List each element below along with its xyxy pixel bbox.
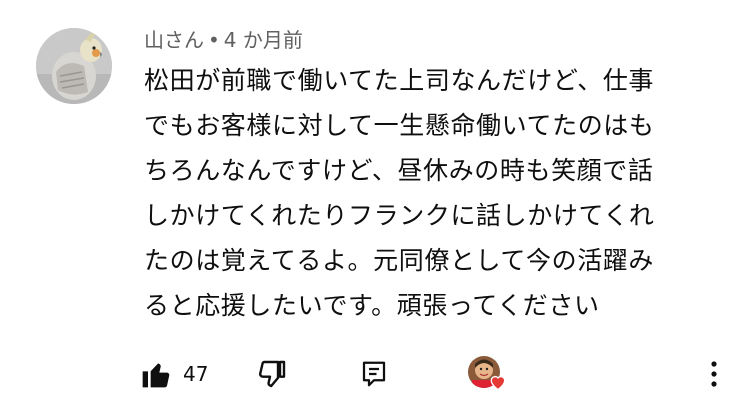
comment-line: でもお客様に対して一生懸命働いてたのはも: [144, 111, 655, 140]
reply-button[interactable]: [356, 356, 392, 392]
comment-line: しかけてくれたりフランクに話しかけてくれ: [144, 201, 655, 230]
more-actions-button[interactable]: [700, 356, 728, 392]
meta-separator: •: [208, 28, 220, 52]
comment-line: ちろんなんですけど、昼休みの時も笑顔で話: [144, 156, 654, 185]
reply-icon: [362, 361, 386, 387]
cockatiel-avatar-image: [36, 28, 112, 104]
comment-line: ると応援したいです。頑張ってください: [144, 291, 600, 320]
more-vertical-icon: [711, 361, 717, 387]
author-avatar[interactable]: [36, 28, 112, 104]
dislike-button[interactable]: [254, 356, 290, 392]
like-count: 47: [183, 362, 209, 386]
comment-meta: 山さん • 4 か月前: [144, 26, 303, 54]
like-button[interactable]: [140, 356, 172, 392]
comment-card: 山さん • 4 か月前 松田が前職で働いてた上司なんだけど、仕事 でもお客様に対して…: [0, 0, 750, 407]
comment-body: 松田が前職で働いてた上司なんだけど、仕事 でもお客様に対して一生懸命働いてたのは…: [144, 58, 724, 328]
thumb-down-icon: [258, 360, 286, 388]
comment-line: 松田が前職で働いてた上司なんだけど、仕事: [144, 66, 655, 95]
comment-timestamp[interactable]: 4 か月前: [224, 28, 303, 52]
creator-heart-badge: [466, 354, 510, 394]
author-name[interactable]: 山さん: [144, 28, 204, 52]
creator-heart-icon: [490, 375, 506, 391]
thumb-up-icon: [142, 363, 170, 388]
comment-actions: 47: [0, 352, 750, 396]
comment-line: たのは覚えてるよ。元同僚として今の活躍み: [144, 246, 655, 275]
